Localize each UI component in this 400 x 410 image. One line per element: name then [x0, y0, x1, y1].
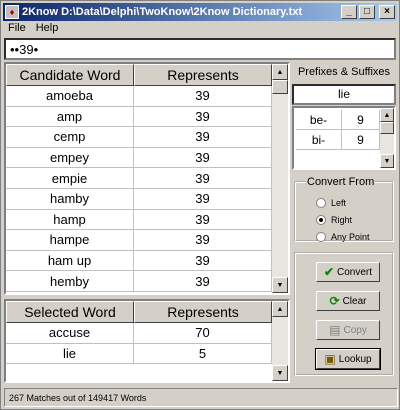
radio-left[interactable]: Left — [316, 198, 346, 208]
app-window: ♦ 2Know D:\Data\Delphi\TwoKnow\2Know Dic… — [0, 0, 400, 410]
prefixes-title: Prefixes & Suffixes — [297, 66, 391, 78]
prefix-row[interactable]: bi- 9 — [296, 130, 380, 150]
table-row[interactable]: hamp 39 — [6, 209, 272, 231]
side-panel: Prefixes & Suffixes lie be- 9 bi- 9 ▲ ▼ … — [290, 62, 398, 381]
candidate-word-cell: hamby — [6, 188, 134, 210]
selected-word-cell: lie — [6, 343, 134, 365]
table-row[interactable]: accuse 70 — [6, 323, 272, 344]
close-button[interactable]: × — [379, 5, 395, 19]
radio-right-indicator[interactable] — [316, 215, 326, 225]
table-row[interactable]: hemby 39 — [6, 271, 272, 292]
candidate-word-cell: hampe — [6, 230, 134, 251]
scroll-down-icon[interactable]: ▼ — [380, 154, 394, 168]
lookup-icon: ▣ — [324, 352, 336, 366]
prefix-row[interactable]: be- 9 — [296, 110, 380, 130]
convert-from-group: Convert From Left Right Any Point — [294, 176, 394, 242]
title-bar[interactable]: ♦ 2Know D:\Data\Delphi\TwoKnow\2Know Dic… — [3, 3, 397, 21]
radio-left-indicator[interactable] — [316, 198, 326, 208]
table-row[interactable]: hamby 39 — [6, 188, 272, 210]
table-row[interactable]: empey 39 — [6, 147, 272, 169]
scroll-up-icon[interactable]: ▲ — [272, 301, 288, 317]
candidate-represents-cell: 39 — [134, 271, 272, 292]
table-row[interactable]: empie 39 — [6, 168, 272, 189]
scroll-down-icon[interactable]: ▼ — [272, 277, 288, 293]
radio-any-point-indicator[interactable] — [316, 232, 326, 242]
selected-scrollbar[interactable]: ▲ ▼ — [272, 301, 288, 381]
candidate-word-cell: hamp — [6, 209, 134, 231]
copy-button[interactable]: ▤ Copy — [316, 320, 380, 340]
candidate-word-cell: empie — [6, 168, 134, 189]
selected-grid[interactable]: Selected Word Represents accuse 70 lie 5 ▲ … — [4, 299, 290, 383]
candidate-represents-cell: 39 — [134, 168, 272, 189]
selected-represents-header[interactable]: Represents — [134, 301, 272, 323]
table-row[interactable]: amp 39 — [6, 106, 272, 128]
candidate-word-cell: cemp — [6, 127, 134, 148]
selected-represents-cell: 70 — [134, 323, 272, 344]
candidate-word-cell: ham up — [6, 250, 134, 272]
scroll-thumb[interactable] — [380, 122, 394, 134]
represents-header[interactable]: Represents — [134, 64, 272, 86]
scroll-up-icon[interactable]: ▲ — [380, 108, 394, 122]
candidate-represents-cell: 39 — [134, 147, 272, 169]
table-row[interactable]: hampe 39 — [6, 230, 272, 251]
window-title: 2Know D:\Data\Delphi\TwoKnow\2Know Dicti… — [22, 6, 303, 18]
table-row[interactable]: lie 5 — [6, 343, 272, 365]
convert-from-legend: Convert From — [307, 176, 375, 188]
convert-button[interactable]: ✔ Convert — [316, 262, 380, 282]
table-row[interactable]: ham up 39 — [6, 250, 272, 272]
radio-right[interactable]: Right — [316, 215, 352, 225]
selected-word-cell: accuse — [6, 323, 134, 344]
table-row[interactable]: amoeba 39 — [6, 86, 272, 107]
scroll-thumb[interactable] — [272, 80, 288, 94]
selected-word-header[interactable]: Selected Word — [6, 301, 134, 323]
app-icon: ♦ — [5, 5, 19, 19]
candidate-represents-cell: 39 — [134, 188, 272, 210]
menu-help[interactable]: Help — [36, 22, 59, 38]
prefix-grid[interactable]: be- 9 bi- 9 ▲ ▼ — [292, 106, 396, 170]
prefix-scrollbar[interactable]: ▲ ▼ — [380, 108, 394, 168]
candidate-represents-cell: 39 — [134, 86, 272, 107]
action-panel: ✔ Convert ⟳ Clear ▤ Copy ▣ Lookup — [294, 252, 394, 376]
candidate-represents-cell: 39 — [134, 230, 272, 251]
lookup-button[interactable]: ▣ Lookup — [315, 348, 381, 370]
menu-file[interactable]: File — [8, 22, 26, 38]
candidate-represents-cell: 39 — [134, 127, 272, 148]
candidate-word-cell: empey — [6, 147, 134, 169]
candidate-grid[interactable]: Candidate Word Represents amoeba 39 amp 39 c… — [4, 62, 290, 295]
scroll-down-icon[interactable]: ▼ — [272, 365, 288, 381]
selected-represents-cell: 5 — [134, 343, 272, 365]
candidate-word-cell: amoeba — [6, 86, 134, 107]
menu-bar: File Help — [3, 22, 58, 38]
candidate-represents-cell: 39 — [134, 106, 272, 128]
prefix-input[interactable]: lie — [292, 84, 396, 105]
copy-icon: ▤ — [329, 323, 341, 337]
scroll-up-icon[interactable]: ▲ — [272, 64, 288, 80]
candidate-word-cell: amp — [6, 106, 134, 128]
minimize-button[interactable]: _ — [341, 5, 357, 19]
search-input[interactable]: ••39• — [4, 38, 396, 60]
table-row[interactable]: cemp 39 — [6, 127, 272, 148]
refresh-icon: ⟳ — [329, 294, 340, 308]
candidate-scrollbar[interactable]: ▲ ▼ — [272, 64, 288, 293]
candidate-word-cell: hemby — [6, 271, 134, 292]
radio-any-point[interactable]: Any Point — [316, 232, 370, 242]
candidate-word-header[interactable]: Candidate Word — [6, 64, 134, 86]
maximize-button[interactable]: □ — [359, 5, 375, 19]
check-icon: ✔ — [323, 265, 335, 279]
candidate-represents-cell: 39 — [134, 209, 272, 231]
status-bar: 267 Matches out of 149417 Words — [4, 388, 398, 407]
clear-button[interactable]: ⟳ Clear — [316, 291, 380, 311]
candidate-represents-cell: 39 — [134, 250, 272, 272]
